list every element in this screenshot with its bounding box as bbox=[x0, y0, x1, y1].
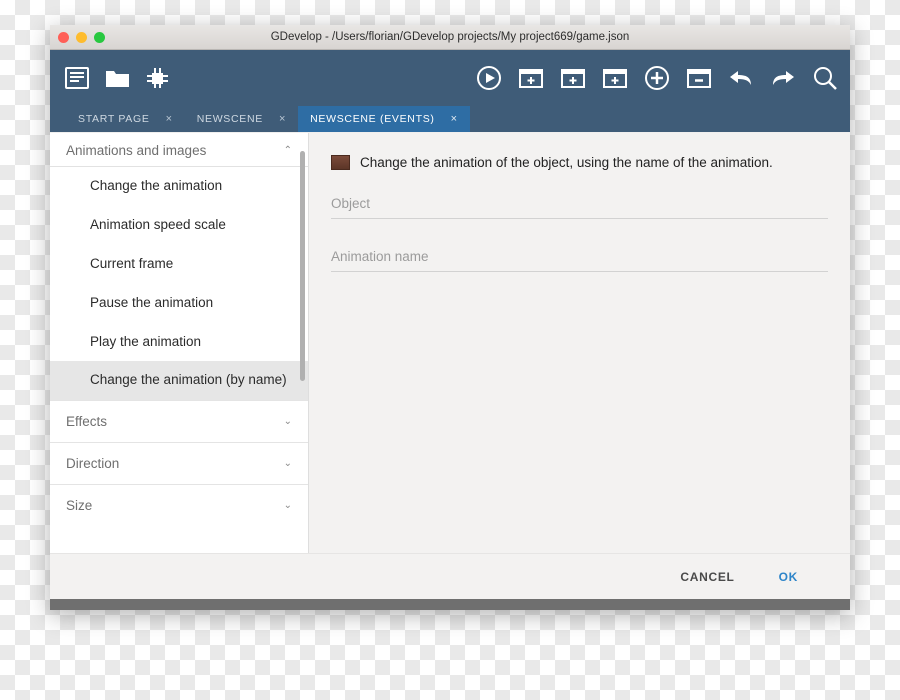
action-label: Change the animation (by name) bbox=[90, 372, 287, 388]
open-debugger-icon[interactable] bbox=[686, 65, 712, 91]
tab-label: START PAGE bbox=[78, 112, 150, 125]
tab-start-page[interactable]: START PAGE × bbox=[66, 106, 185, 132]
folder-icon[interactable] bbox=[104, 65, 130, 91]
tab-newscene[interactable]: NEWSCENE × bbox=[185, 106, 298, 132]
list-item[interactable]: Animation speed scale bbox=[50, 206, 308, 245]
add-object-icon[interactable] bbox=[644, 65, 670, 91]
animation-icon bbox=[331, 155, 350, 170]
redo-icon[interactable] bbox=[770, 65, 796, 91]
tab-close-icon[interactable]: × bbox=[279, 113, 286, 125]
preview-play-icon[interactable] bbox=[476, 65, 502, 91]
section-direction[interactable]: Direction ⌄ bbox=[50, 442, 308, 484]
minimize-window-button[interactable] bbox=[76, 32, 87, 43]
object-field[interactable]: Object bbox=[331, 170, 828, 219]
animation-name-field-placeholder: Animation name bbox=[331, 249, 429, 264]
action-list-panel: Animations and images ⌃ Change the anima… bbox=[50, 133, 308, 553]
gdevelop-window: GDevelop - /Users/florian/GDevelop proje… bbox=[50, 25, 850, 610]
tab-newscene-events[interactable]: NEWSCENE (EVENTS) × bbox=[298, 106, 470, 132]
chevron-down-icon: ⌄ bbox=[283, 500, 292, 512]
action-description-row: Change the animation of the object, usin… bbox=[309, 133, 850, 170]
action-description: Change the animation of the object, usin… bbox=[360, 155, 773, 170]
cancel-button[interactable]: CANCEL bbox=[674, 569, 740, 585]
dialog-footer: CANCEL OK bbox=[50, 553, 850, 599]
search-icon[interactable] bbox=[812, 65, 838, 91]
action-label: Change the animation bbox=[90, 178, 223, 193]
undo-icon[interactable] bbox=[728, 65, 754, 91]
section-label: Direction bbox=[66, 456, 120, 472]
tab-close-icon[interactable]: × bbox=[166, 113, 173, 125]
section-label: Animations and images bbox=[66, 143, 207, 158]
list-scrollbar[interactable] bbox=[300, 151, 305, 381]
tab-label: NEWSCENE bbox=[196, 112, 263, 125]
action-label: Play the animation bbox=[90, 333, 202, 349]
close-window-button[interactable] bbox=[58, 32, 69, 43]
add-external-layout-icon[interactable] bbox=[560, 65, 586, 91]
add-scene-icon[interactable] bbox=[518, 65, 544, 91]
ok-button[interactable]: OK bbox=[773, 569, 804, 585]
tab-close-icon[interactable]: × bbox=[451, 113, 458, 125]
window-bottom-bar bbox=[50, 599, 850, 610]
section-size[interactable]: Size ⌄ bbox=[50, 484, 308, 526]
chevron-down-icon: ⌄ bbox=[283, 416, 292, 428]
window-controls bbox=[58, 32, 105, 43]
section-effects[interactable]: Effects ⌄ bbox=[50, 400, 308, 442]
window-title: GDevelop - /Users/florian/GDevelop proje… bbox=[270, 31, 630, 43]
object-field-placeholder: Object bbox=[331, 196, 371, 211]
chevron-up-icon: ⌃ bbox=[283, 145, 292, 156]
action-parameters-panel: Change the animation of the object, usin… bbox=[309, 133, 850, 553]
add-external-events-icon[interactable] bbox=[602, 65, 628, 91]
chevron-down-icon: ⌄ bbox=[283, 458, 292, 470]
main-toolbar bbox=[50, 50, 850, 106]
title-bar: GDevelop - /Users/florian/GDevelop proje… bbox=[50, 25, 850, 50]
open-project-icon[interactable] bbox=[64, 65, 90, 91]
list-item[interactable]: Change the animation bbox=[50, 167, 308, 206]
list-item[interactable]: Pause the animation bbox=[50, 284, 308, 323]
zoom-window-button[interactable] bbox=[94, 32, 105, 43]
action-label: Current frame bbox=[90, 255, 174, 271]
tab-bar: START PAGE × NEWSCENE × NEWSCENE (EVENTS… bbox=[50, 106, 850, 132]
list-item[interactable]: Current frame bbox=[50, 245, 308, 284]
section-label: Size bbox=[66, 498, 93, 514]
animation-name-field[interactable]: Animation name bbox=[331, 219, 828, 272]
list-item[interactable]: Play the animation bbox=[50, 323, 308, 362]
scene-editor-icon[interactable] bbox=[144, 65, 170, 91]
tab-label: NEWSCENE (EVENTS) bbox=[310, 112, 435, 125]
action-label: Pause the animation bbox=[90, 294, 214, 310]
action-label: Animation speed scale bbox=[90, 216, 226, 232]
list-item-selected[interactable]: Change the animation (by name) bbox=[50, 361, 308, 401]
section-animations-and-images[interactable]: Animations and images ⌃ bbox=[50, 133, 308, 167]
section-label: Effects bbox=[66, 414, 108, 430]
action-chooser-dialog: Animations and images ⌃ Change the anima… bbox=[50, 133, 850, 553]
